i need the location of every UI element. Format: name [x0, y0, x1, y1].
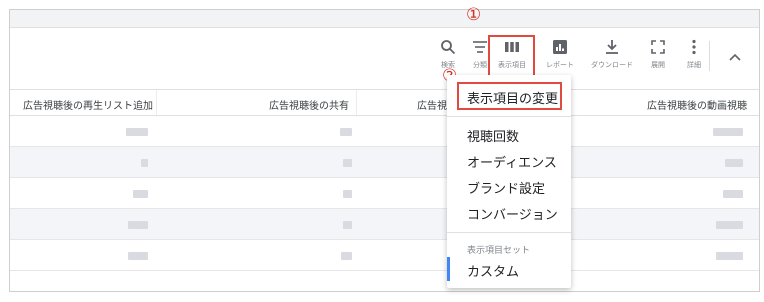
menu-item-views[interactable]: 視聴回数	[467, 126, 519, 145]
column-header-shares[interactable]: 広告視聴後の共有	[269, 97, 349, 112]
column-header-partial[interactable]: 広告視	[417, 97, 447, 112]
more-label: 詳細	[687, 61, 701, 69]
menu-section-column-sets: 表示項目セット	[467, 246, 531, 256]
menu-separator	[447, 232, 571, 233]
active-set-indicator	[447, 257, 450, 281]
table-row[interactable]	[10, 240, 759, 271]
menu-item-audience[interactable]: オーディエンス	[467, 152, 557, 171]
menu-item-modify-columns[interactable]: 表示項目の変更	[467, 88, 558, 107]
segment-icon	[473, 41, 487, 53]
download-label: ダウンロード	[591, 61, 633, 69]
table-row[interactable]	[10, 147, 759, 178]
menu-item-custom-set[interactable]: カスタム	[467, 261, 519, 280]
chevron-up-icon[interactable]	[728, 51, 742, 65]
column-divider	[356, 90, 357, 117]
table-row[interactable]	[10, 178, 759, 209]
menu-separator	[447, 116, 571, 117]
menu-item-brand-settings[interactable]: ブランド設定	[467, 178, 545, 197]
more-vert-icon	[692, 39, 696, 55]
expand-label: 展開	[651, 61, 665, 69]
columns-dropdown-menu: 表示項目の変更 視聴回数 オーディエンス ブランド設定 コンバージョン 表示項目…	[447, 75, 571, 288]
table-row[interactable]	[10, 116, 759, 147]
expand-button[interactable]: 展開	[640, 39, 676, 79]
segment-label: 分類	[473, 61, 487, 69]
table-toolbar: 検索 分類 表示項目 レポート ダウンロード 展開 詳細	[10, 29, 759, 89]
ads-report-panel: 検索 分類 表示項目 レポート ダウンロード 展開 詳細 広告視聴後の再生リスト…	[9, 9, 760, 292]
column-header-playlist-adds[interactable]: 広告視聴後の再生リスト追加	[23, 97, 153, 112]
toolbar-divider	[709, 41, 710, 71]
fullscreen-icon	[651, 40, 665, 54]
menu-item-conversions[interactable]: コンバージョン	[467, 204, 558, 223]
reports-button[interactable]: レポート	[542, 39, 578, 79]
table-row[interactable]	[10, 209, 759, 240]
annotation-marker-1: ①	[466, 5, 482, 25]
table-header-row: 広告視聴後の再生リスト追加 広告視聴後の共有 広告視 広告視聴後の動画視聴	[10, 89, 759, 117]
reports-label: レポート	[546, 61, 574, 69]
download-icon	[606, 40, 618, 54]
top-strip	[10, 10, 759, 28]
search-icon	[441, 40, 456, 55]
report-chart-icon	[553, 40, 567, 54]
column-header-video-views[interactable]: 広告視聴後の動画視聴	[647, 97, 747, 112]
column-divider	[156, 90, 157, 117]
download-button[interactable]: ダウンロード	[591, 39, 633, 79]
more-button[interactable]: 詳細	[676, 39, 712, 79]
